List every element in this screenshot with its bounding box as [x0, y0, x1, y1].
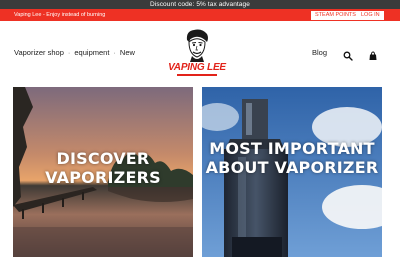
site-logo[interactable]: VAPING LEE	[167, 28, 227, 80]
nav-item-new[interactable]: New	[120, 48, 135, 57]
steam-points-button[interactable]: STEAM POINTS	[311, 10, 360, 20]
search-icon[interactable]	[343, 48, 353, 61]
nav-item-vaporizer-shop[interactable]: Vaporizer shop	[14, 48, 64, 57]
nav-item-equipment[interactable]: equipment	[74, 48, 109, 57]
logo-mascot-icon	[186, 29, 208, 62]
logo-wordmark: VAPING LEE	[168, 62, 226, 73]
discover-vaporizers-tile[interactable]: DISCOVER VAPORIZERS	[13, 87, 193, 257]
logo-underline	[177, 74, 217, 76]
nav-item-blog[interactable]: Blog	[312, 48, 327, 58]
nav-separator: ·	[113, 48, 116, 57]
main-nav: Vaporizer shop · equipment · New	[14, 48, 135, 58]
tagline: Vaping Lee - Enjoy instead of burning	[14, 12, 106, 18]
announcement-bar: Discount code: 5% tax advantage	[0, 0, 400, 9]
tile-title-most-important: MOST IMPORTANT ABOUT VAPORIZER	[205, 139, 379, 177]
nav-separator: ·	[67, 48, 71, 57]
most-important-tile[interactable]: MOST IMPORTANT ABOUT VAPORIZER	[202, 87, 382, 257]
cart-icon[interactable]	[368, 48, 378, 60]
tile-title-discover: DISCOVER VAPORIZERS	[45, 149, 161, 187]
login-button[interactable]: LOG IN	[357, 10, 384, 20]
announcement-text: Discount code: 5% tax advantage	[150, 1, 250, 8]
top-utility-bar: Vaping Lee - Enjoy instead of burning ST…	[0, 9, 400, 21]
